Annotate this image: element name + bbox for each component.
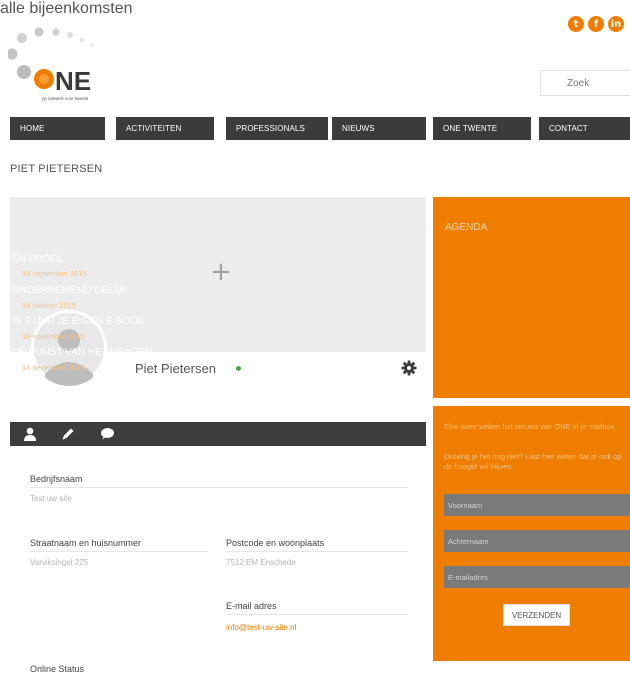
online-status-dot — [236, 366, 241, 371]
postcode-value: 7512 EM Enschede — [226, 558, 296, 567]
street-label: Straatnaam en huisnummer — [30, 538, 142, 548]
comment-icon[interactable] — [99, 426, 115, 442]
agenda-event-date: 18 november 2015 — [22, 332, 85, 341]
nav-item-contact[interactable]: CONTACT — [539, 117, 630, 140]
postcode-label: Postcode en woonplaats — [226, 538, 325, 548]
email-divider — [226, 614, 408, 615]
plus-icon[interactable]: + — [210, 259, 232, 285]
company-label: Bedrijfsnaam — [30, 474, 83, 484]
nav-item-activiteiten[interactable]: ACTIVITEITEN — [116, 117, 214, 140]
facebook-icon[interactable]: f — [588, 16, 604, 32]
agenda-widget: AGENDA — [433, 197, 630, 398]
nav-item-nieuws[interactable]: NIEUWS — [332, 117, 426, 140]
email-label: E-mail adres — [226, 601, 277, 611]
postcode-divider — [226, 551, 408, 552]
pencil-icon[interactable] — [60, 426, 76, 442]
agenda-event-title[interactable]: EN PROFIL — [12, 254, 65, 265]
nav-item-home[interactable]: HOME — [10, 117, 105, 140]
agenda-event-date: 15 september 2015 — [22, 269, 87, 278]
logo-tagline: zp netwerk voor twente — [42, 96, 89, 101]
search-input[interactable] — [540, 70, 630, 96]
company-divider — [30, 487, 408, 488]
linkedin-icon[interactable]: in — [608, 16, 624, 32]
firstname-field[interactable] — [444, 494, 630, 516]
agenda-event-title[interactable]: ONDERNEMEND GELUK — [12, 285, 128, 296]
lastname-field[interactable] — [444, 530, 630, 552]
one-logo[interactable]: NE zp netwerk voor twente — [8, 22, 158, 112]
agenda-heading: AGENDA — [445, 222, 488, 233]
submit-button[interactable]: VERZENDEN — [503, 604, 570, 626]
email-link[interactable]: info@test-uw-site.nl — [226, 623, 296, 632]
online-status-label: Online Status — [30, 664, 85, 674]
all-events-link[interactable]: alle bijeenkomsten — [0, 0, 630, 18]
newsletter-intro: Elke twee weken het nieuws van ONE in je… — [444, 422, 615, 431]
social-links: t f in — [568, 16, 624, 32]
street-value: Varviksingel 225 — [30, 558, 89, 567]
newsletter-widget: Elke twee weken het nieuws van ONE in je… — [433, 406, 630, 661]
profile-name: Piet Pietersen — [135, 361, 216, 376]
user-icon[interactable] — [22, 426, 38, 442]
newsletter-subtext: Ontving je het nog niet? Laat hier weten… — [444, 452, 622, 471]
nav-item-one-twente[interactable]: ONE TWENTE — [433, 117, 531, 140]
svg-text:NE: NE — [55, 66, 91, 96]
nav-item-professionals[interactable]: PROFESSIONALS — [226, 117, 328, 140]
agenda-event-title[interactable]: DE KUNST VAN HET VRAGEN — [12, 347, 153, 358]
main-nav: HOME ACTIVITEITEN PROFESSIONALS NIEUWS O… — [10, 117, 630, 140]
profile-tabs — [10, 422, 426, 446]
agenda-event-date: 14 oktober 2015 — [22, 301, 77, 310]
twitter-icon[interactable]: t — [568, 16, 584, 32]
page-title: PIET PIETERSEN — [10, 163, 103, 175]
gear-icon[interactable] — [401, 360, 417, 376]
email-field[interactable] — [444, 566, 630, 588]
company-value: Test uw site — [30, 494, 72, 503]
street-divider — [30, 551, 208, 552]
agenda-event-date: 14 december 2015 — [22, 363, 85, 372]
agenda-event-title[interactable]: IN 2 UUR JE EIGEN E-BOOK — [12, 316, 145, 327]
